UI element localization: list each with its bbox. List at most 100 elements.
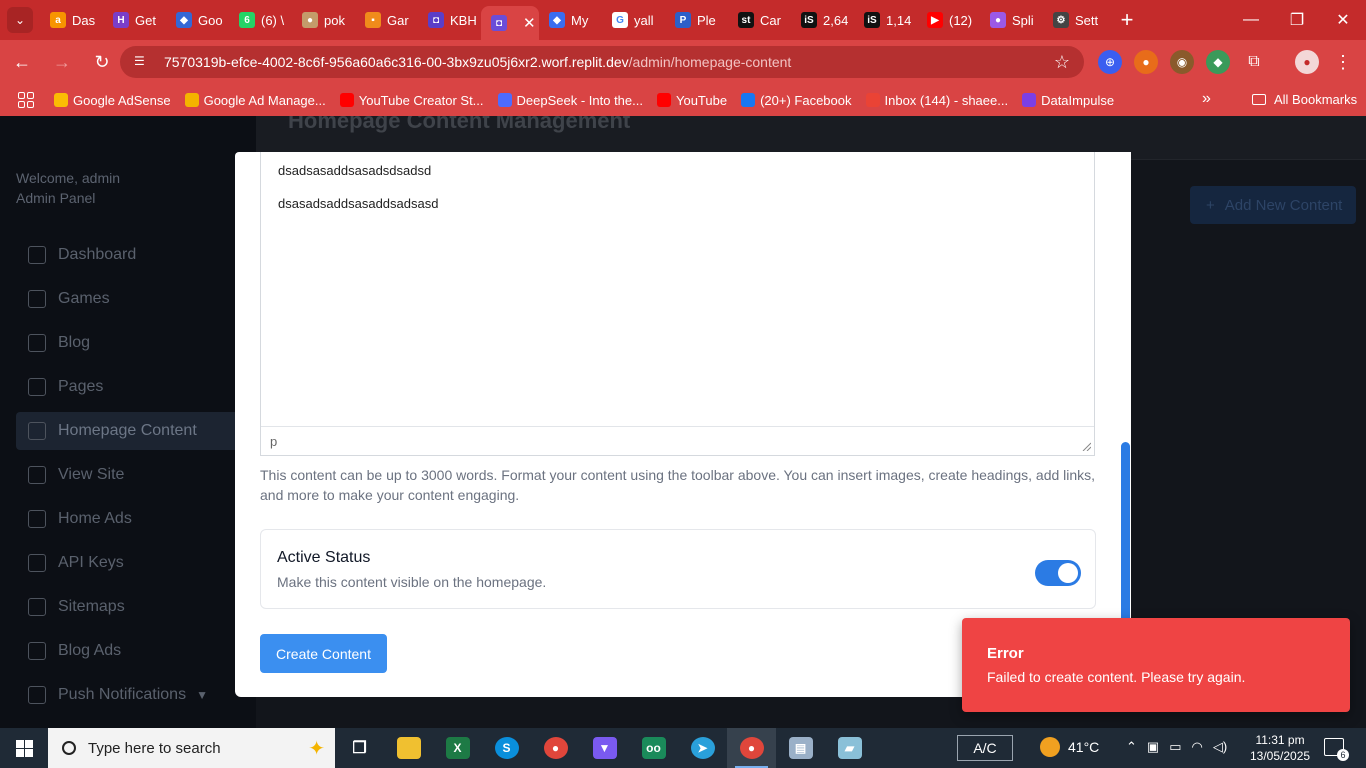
app-button[interactable]: oo [629, 728, 678, 768]
reload-button[interactable]: ↻ [84, 44, 120, 80]
sidebar-item-icon [28, 554, 46, 572]
start-button[interactable] [0, 728, 48, 768]
app-icon: ▤ [788, 737, 813, 759]
all-bookmarks-button[interactable]: All Bookmarks [1252, 92, 1357, 107]
excel-button[interactable]: X [433, 728, 482, 768]
error-toast[interactable]: Error Failed to create content. Please t… [962, 618, 1350, 712]
chevron-up-icon[interactable]: ⌃ [1126, 739, 1137, 755]
extensions-puzzle-icon[interactable]: ⧉ [1242, 50, 1266, 74]
extension-icon[interactable]: ⊕ [1098, 50, 1122, 74]
rich-text-editor[interactable]: dsadsasaddsasadsdsadsd dsasadsaddsasadds… [260, 152, 1095, 456]
browser-tab[interactable]: ⚙ Sett [1043, 0, 1106, 40]
browser-tab[interactable]: ▪ Gar [355, 0, 418, 40]
telegram-button[interactable]: ➤ [678, 728, 727, 768]
clock-time: 11:31 pm [1255, 733, 1305, 747]
url-input[interactable]: ☰ 7570319b-efce-4002-8c6f-956a60a6c316-0… [120, 46, 1084, 78]
sidebar-item-sitemaps[interactable]: Sitemaps [16, 588, 240, 626]
sidebar-item-blog[interactable]: Blog [16, 324, 240, 362]
skype-button[interactable]: S [482, 728, 531, 768]
restore-button[interactable]: ❐ [1274, 0, 1320, 40]
sidebar-item-api-keys[interactable]: API Keys [16, 544, 240, 582]
notification-center-icon[interactable]: 6 [1324, 738, 1349, 761]
copilot-sparkle-icon[interactable]: ✦ [308, 736, 325, 761]
task-view-button[interactable]: ❒ [335, 728, 384, 768]
ac-indicator[interactable]: A/C [957, 735, 1013, 761]
tab-label: yall [634, 12, 654, 28]
sidebar-item-home-ads[interactable]: Home Ads [16, 500, 240, 538]
device-icon[interactable]: ▣ [1147, 739, 1159, 755]
folder-icon [396, 737, 421, 759]
browser-tab[interactable]: iS 2,64 [791, 0, 854, 40]
bookmark-item[interactable]: YouTube [656, 93, 727, 108]
sidebar-item-view-site[interactable]: View Site [16, 456, 240, 494]
editor-line[interactable]: dsasadsaddsasaddsadsasd [278, 196, 438, 211]
browser-tab[interactable]: ◘ ✕ [481, 6, 539, 40]
menu-kebab-icon[interactable]: ⋮ [1331, 50, 1355, 74]
taskbar-search[interactable]: Type here to search ✦ [48, 728, 335, 768]
add-new-content-button[interactable]: + Add New Content [1190, 186, 1356, 224]
browser-tab[interactable]: H Get [103, 0, 166, 40]
site-info-icon[interactable]: ☰ [134, 54, 150, 70]
app-button[interactable]: ▰ [825, 728, 874, 768]
browser-tab[interactable]: Gyall [602, 0, 665, 40]
more-bookmarks-icon[interactable]: » [1202, 90, 1211, 108]
browser-tab[interactable]: ● Spli [980, 0, 1043, 40]
sidebar-item-icon [28, 510, 46, 528]
browser-tab[interactable]: P Ple [665, 0, 728, 40]
battery-icon[interactable]: ▭ [1169, 739, 1181, 755]
bookmark-item[interactable]: Google AdSense [54, 93, 171, 108]
app-icon: oo [641, 737, 666, 759]
cookie-extension-icon[interactable]: ◉ [1170, 50, 1194, 74]
element-path[interactable]: p [270, 434, 277, 449]
back-button[interactable]: ← [4, 44, 40, 80]
sidebar-item-dashboard[interactable]: Dashboard [16, 236, 240, 274]
sidebar-item-blog-ads[interactable]: Blog Ads [16, 632, 240, 670]
bookmark-item[interactable]: DataImpulse [1022, 93, 1114, 108]
bookmark-item[interactable]: Google Ad Manage... [184, 93, 326, 108]
resize-handle-icon[interactable] [1081, 441, 1091, 451]
sidebar-item-homepage-content[interactable]: Homepage Content [16, 412, 240, 450]
bookmark-favicon-icon [865, 93, 880, 107]
volume-icon[interactable]: ◁) [1213, 739, 1227, 755]
new-tab-button[interactable]: + [1112, 5, 1142, 35]
extension-icon[interactable]: ● [1134, 50, 1158, 74]
app-button[interactable]: ▤ [776, 728, 825, 768]
bookmark-item[interactable]: DeepSeek - Into the... [497, 93, 643, 108]
browser-tab[interactable]: iS 1,14 [854, 0, 917, 40]
bookmark-item[interactable]: (20+) Facebook [741, 93, 852, 108]
forward-button[interactable]: → [44, 44, 80, 80]
bookmark-star-icon[interactable]: ☆ [1054, 52, 1070, 73]
browser-tab[interactable]: st Car [728, 0, 791, 40]
tab-favicon-icon: ⚙ [1053, 12, 1069, 28]
sidebar-item-pages[interactable]: Pages [16, 368, 240, 406]
browser-tab[interactable]: ▶ (12) [917, 0, 980, 40]
create-content-button[interactable]: Create Content [260, 634, 387, 673]
file-explorer-button[interactable] [384, 728, 433, 768]
apps-grid-icon[interactable] [18, 92, 34, 108]
sidebar-item-games[interactable]: Games [16, 280, 240, 318]
active-status-toggle[interactable] [1035, 560, 1081, 586]
chrome-profile-button[interactable]: ● [727, 728, 776, 768]
tab-search-button[interactable]: ⌄ [0, 0, 40, 40]
browser-tab[interactable]: ◆ My [539, 0, 602, 40]
taskbar-clock[interactable]: 11:31 pm 13/05/2025 [1250, 732, 1310, 764]
extension-icon[interactable]: ◆ [1206, 50, 1230, 74]
wifi-icon[interactable]: ◠ [1192, 739, 1203, 755]
close-window-button[interactable]: ✕ [1320, 0, 1366, 40]
bookmark-item[interactable]: YouTube Creator St... [339, 93, 484, 108]
weather-widget[interactable]: 41°C [1040, 737, 1099, 757]
chrome-button[interactable]: ● [531, 728, 580, 768]
proton-vpn-button[interactable]: ▼ [580, 728, 629, 768]
browser-tab[interactable]: ◘ KBH [418, 0, 481, 40]
editor-line[interactable]: dsadsasaddsasadsdsadsd [278, 163, 431, 178]
browser-tab[interactable]: 6 (6) \ [229, 0, 292, 40]
bookmark-item[interactable]: Inbox (144) - shaee... [865, 93, 1008, 108]
browser-tab[interactable]: ● pok [292, 0, 355, 40]
browser-tab[interactable]: a Das [40, 0, 103, 40]
close-tab-icon[interactable]: ✕ [523, 14, 536, 32]
minimize-button[interactable]: — [1228, 0, 1274, 40]
chevron-down-icon[interactable]: ▼ [196, 688, 208, 702]
sidebar-item-push-notifications[interactable]: Push Notifications ▼ [16, 676, 240, 714]
browser-tab[interactable]: ◆ Goo [166, 0, 229, 40]
profile-avatar[interactable]: ● [1295, 50, 1319, 74]
